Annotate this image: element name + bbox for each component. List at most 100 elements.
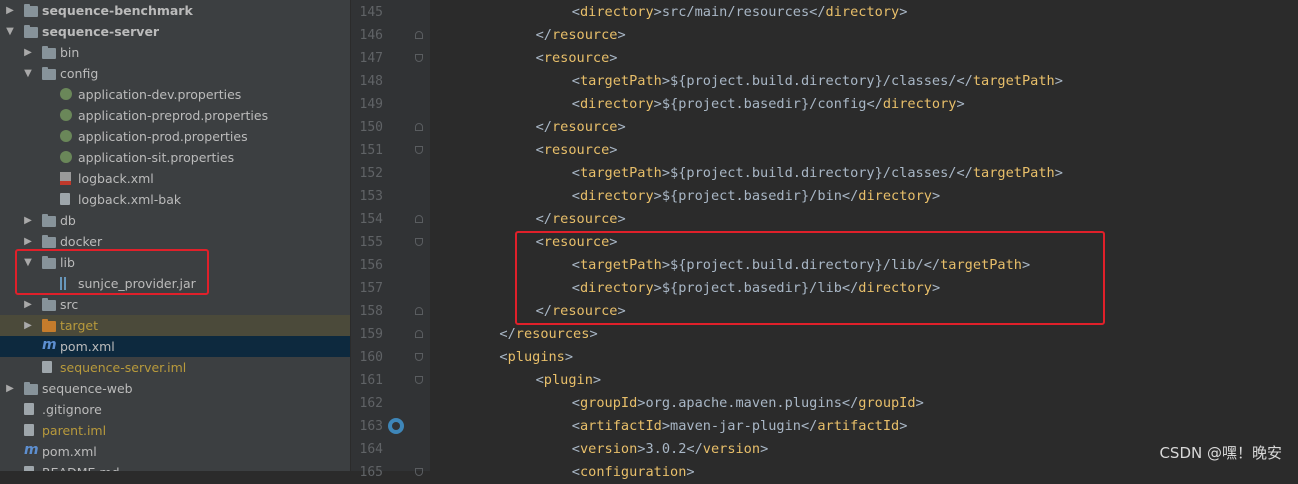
folder-icon	[42, 298, 56, 311]
chevron-right-icon[interactable]: ▶	[22, 210, 34, 231]
watermark: CSDN @嘿！晚安	[1159, 444, 1282, 462]
chevron-right-icon[interactable]: ▶	[22, 42, 34, 63]
folder-icon	[42, 46, 56, 59]
folder-icon	[42, 214, 56, 227]
project-tree-panel: ▶ sequence-benchmark ▼ sequence-server ▶ bin ▼…	[0, 0, 350, 471]
tree-item[interactable]: m pom.xml	[0, 441, 350, 462]
code-line[interactable]: </resource>	[536, 24, 626, 47]
module-folder-icon	[24, 25, 38, 38]
code-line[interactable]: <targetPath>${project.build.directory}/c…	[572, 162, 1063, 185]
line-number: 165	[359, 465, 383, 480]
chevron-right-icon[interactable]: ▶	[4, 0, 16, 21]
line-number: 152	[359, 166, 383, 181]
tree-item-label: db	[60, 213, 76, 228]
fold-collapse-icon[interactable]	[415, 468, 423, 476]
tree-item[interactable]: README.md	[0, 462, 350, 471]
code-line[interactable]: <directory>src/main/resources</directory…	[572, 1, 908, 24]
folder-icon	[42, 235, 56, 248]
tree-item[interactable]: sequence-server.iml	[0, 357, 350, 378]
tree-item[interactable]: application-prod.properties	[0, 126, 350, 147]
line-number: 147	[359, 51, 383, 66]
folder-icon	[42, 67, 56, 80]
tree-item[interactable]: ▼ sequence-server	[0, 21, 350, 42]
fold-end-icon[interactable]	[415, 330, 423, 338]
file-icon	[24, 424, 34, 436]
code-line[interactable]: </resources>	[499, 323, 597, 346]
fold-end-icon[interactable]	[415, 307, 423, 315]
code-line[interactable]: <plugins>	[499, 346, 573, 369]
file-icon	[42, 361, 52, 373]
tree-item[interactable]: ▶ db	[0, 210, 350, 231]
excluded-folder-icon	[42, 319, 56, 332]
code-line[interactable]: <directory>${project.basedir}/bin</direc…	[572, 185, 940, 208]
chevron-down-icon[interactable]: ▼	[22, 63, 34, 84]
tree-item[interactable]: .gitignore	[0, 399, 350, 420]
tree-item[interactable]: ▶ target	[0, 315, 350, 336]
line-number: 158	[359, 304, 383, 319]
tree-item-label: config	[60, 66, 99, 81]
tree-item-label: sequence-web	[42, 381, 133, 396]
tree-item[interactable]: logback.xml-bak	[0, 189, 350, 210]
tree-item[interactable]: logback.xml	[0, 168, 350, 189]
tree-item-label: src	[60, 297, 79, 312]
tree-item[interactable]: ▶ bin	[0, 42, 350, 63]
tree-item[interactable]: m pom.xml	[0, 336, 350, 357]
fold-end-icon[interactable]	[415, 215, 423, 223]
tree-item-label: application-preprod.properties	[78, 108, 269, 123]
tree-item[interactable]: ▶ sequence-web	[0, 378, 350, 399]
tree-item-label: sequence-server	[42, 24, 160, 39]
chevron-right-icon[interactable]: ▶	[22, 294, 34, 315]
xml-file-icon	[60, 172, 71, 185]
code-line[interactable]: <resource>	[536, 47, 618, 70]
tree-item[interactable]: ▼ config	[0, 63, 350, 84]
chevron-down-icon[interactable]: ▼	[4, 21, 16, 42]
code-line[interactable]: <groupId>org.apache.maven.plugins</group…	[572, 392, 924, 415]
fold-collapse-icon[interactable]	[415, 376, 423, 384]
code-line[interactable]: <plugin>	[536, 369, 601, 392]
code-line[interactable]: </resource>	[536, 116, 626, 139]
line-number: 163	[359, 419, 383, 434]
code-line[interactable]: <targetPath>${project.build.directory}/c…	[572, 70, 1063, 93]
line-number: 145	[359, 5, 383, 20]
fold-collapse-icon[interactable]	[415, 146, 423, 154]
fold-collapse-icon[interactable]	[415, 238, 423, 246]
code-line[interactable]: <configuration>	[572, 461, 695, 484]
properties-file-icon	[60, 130, 72, 142]
tree-item[interactable]: ▶ src	[0, 294, 350, 315]
tree-item[interactable]: application-preprod.properties	[0, 105, 350, 126]
line-number: 156	[359, 258, 383, 273]
code-line[interactable]: <version>3.0.2</version>	[572, 438, 768, 461]
tree-item-label: logback.xml-bak	[78, 192, 182, 207]
code-line[interactable]: <resource>	[536, 139, 618, 162]
module-folder-icon	[24, 382, 38, 395]
tree-item-label: sequence-server.iml	[60, 360, 187, 375]
properties-file-icon	[60, 151, 72, 163]
tree-item[interactable]: application-sit.properties	[0, 147, 350, 168]
chevron-right-icon[interactable]: ▶	[22, 315, 34, 336]
fold-end-icon[interactable]	[415, 31, 423, 39]
tree-item-label: parent.iml	[42, 423, 107, 438]
highlight-box-lib-folder	[15, 249, 209, 295]
line-number: 155	[359, 235, 383, 250]
tree-item[interactable]: application-dev.properties	[0, 84, 350, 105]
fold-end-icon[interactable]	[415, 123, 423, 131]
code-line[interactable]: <artifactId>maven-jar-plugin</artifactId…	[572, 415, 908, 438]
line-number: 161	[359, 373, 383, 388]
tree-item-label: bin	[60, 45, 80, 60]
chevron-right-icon[interactable]: ▶	[4, 378, 16, 399]
maven-icon: m	[24, 442, 39, 458]
line-number: 146	[359, 28, 383, 43]
tree-item-label: .gitignore	[42, 402, 102, 417]
tree-item-label: application-prod.properties	[78, 129, 248, 144]
code-line[interactable]: </resource>	[536, 208, 626, 231]
tree-item-label: target	[60, 318, 99, 333]
maven-plugin-gutter-icon[interactable]	[388, 418, 404, 434]
properties-file-icon	[60, 109, 72, 121]
code-line[interactable]: <directory>${project.basedir}/config</di…	[572, 93, 965, 116]
fold-collapse-icon[interactable]	[415, 54, 423, 62]
line-number: 164	[359, 442, 383, 457]
tree-item-label: application-dev.properties	[78, 87, 242, 102]
tree-item[interactable]: ▶ sequence-benchmark	[0, 0, 350, 21]
tree-item[interactable]: parent.iml	[0, 420, 350, 441]
fold-collapse-icon[interactable]	[415, 353, 423, 361]
